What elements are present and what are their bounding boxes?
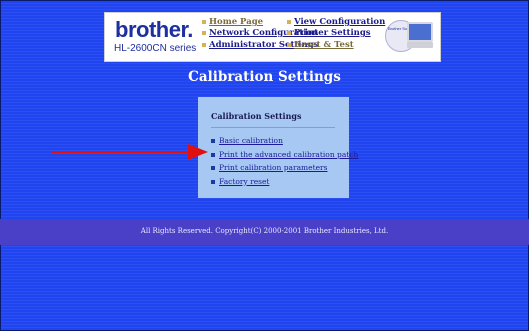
factory-reset-link[interactable]: Factory reset xyxy=(219,177,269,186)
bullet-icon xyxy=(211,166,215,170)
calibration-menu: Basic calibration Print the advanced cal… xyxy=(211,136,358,190)
solutions-center-link[interactable]: Brother Solutions Center xyxy=(385,16,433,56)
nav-reset-test-link[interactable]: Reset & Test xyxy=(294,40,354,50)
copyright-text: All Rights Reserved. Copyright(C) 2000-2… xyxy=(140,227,389,235)
panel-divider xyxy=(211,127,335,128)
bullet-icon xyxy=(287,19,291,24)
bullet-icon xyxy=(202,42,206,47)
menu-item-advanced-calibration-patch[interactable]: Print the advanced calibration patch xyxy=(211,150,358,164)
advanced-calibration-patch-link[interactable]: Print the advanced calibration patch xyxy=(219,150,358,159)
model-name: HL-2600CN series xyxy=(114,43,197,54)
calibration-panel: Calibration Settings Basic calibration P… xyxy=(198,97,358,198)
bullet-icon xyxy=(211,179,215,184)
bullet-icon xyxy=(202,30,206,35)
bullet-icon xyxy=(287,30,291,35)
monitor-icon xyxy=(407,22,433,42)
footer-band: All Rights Reserved. Copyright(C) 2000-2… xyxy=(0,219,529,245)
nav-home-link[interactable]: Home Page xyxy=(209,17,263,27)
keyboard-icon xyxy=(407,42,433,48)
header-bar: brother. HL-2600CN series Home Page Netw… xyxy=(104,12,441,62)
nav-reset-test[interactable]: Reset & Test xyxy=(287,40,354,51)
nav-home[interactable]: Home Page xyxy=(202,17,263,28)
basic-calibration-link[interactable]: Basic calibration xyxy=(219,136,283,145)
bullet-icon xyxy=(202,19,206,24)
calibration-parameters-link[interactable]: Print calibration parameters xyxy=(219,163,328,172)
menu-item-basic-calibration[interactable]: Basic calibration xyxy=(211,136,358,150)
page-title: Calibration Settings xyxy=(188,69,341,85)
panel-title: Calibration Settings xyxy=(211,111,302,121)
nav-printer-settings[interactable]: Printer Settings xyxy=(287,28,371,39)
red-arrow-icon xyxy=(52,144,208,160)
bullet-icon xyxy=(287,42,291,47)
nav-view-configuration-link[interactable]: View Configuration xyxy=(294,17,385,27)
menu-item-calibration-parameters[interactable]: Print calibration parameters xyxy=(211,163,358,177)
brother-logo: brother. xyxy=(115,17,193,42)
nav-view-configuration[interactable]: View Configuration xyxy=(287,17,385,28)
menu-item-factory-reset[interactable]: Factory reset xyxy=(211,177,358,191)
nav-printer-settings-link[interactable]: Printer Settings xyxy=(294,28,371,38)
